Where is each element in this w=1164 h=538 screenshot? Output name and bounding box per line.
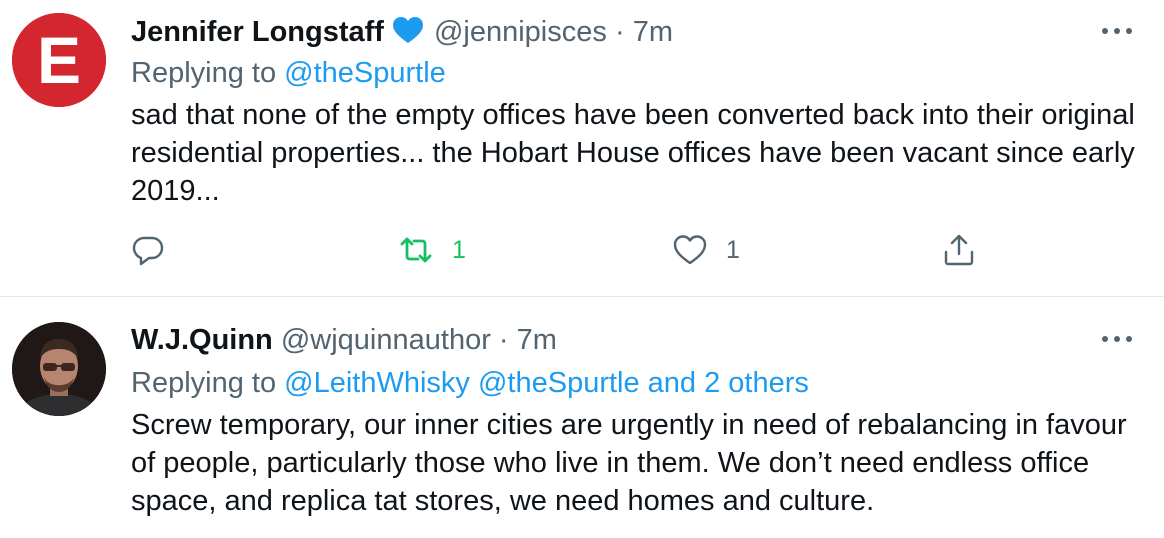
tweet-header: Jennifer Longstaff @jennipisces · 7m	[131, 14, 673, 49]
avatar[interactable]	[12, 322, 106, 416]
user-handle[interactable]: @wjquinnauthor	[281, 324, 491, 356]
separator: ·	[498, 324, 509, 356]
avatar-letter: E	[37, 23, 81, 97]
replying-to-link[interactable]: @theSpurtle	[284, 57, 446, 89]
retweet-icon	[400, 237, 432, 263]
like-button[interactable]: 1	[672, 230, 740, 270]
display-name[interactable]: W.J.Quinn	[131, 324, 273, 356]
replying-to-line: Replying to @theSpurtle	[131, 56, 446, 90]
reply-icon	[132, 236, 164, 266]
timestamp[interactable]: 7m	[517, 324, 557, 356]
tweet[interactable]: W.J.Quinn @wjquinnauthor · 7m Replying t…	[0, 297, 1164, 538]
tweet-text: Screw temporary, our inner cities are ur…	[131, 409, 1127, 517]
tweet-header: W.J.Quinn @wjquinnauthor · 7m	[131, 323, 557, 357]
user-handle[interactable]: @jennipisces	[434, 16, 607, 48]
share-icon	[944, 234, 974, 266]
retweet-count: 1	[452, 235, 466, 264]
more-options-icon[interactable]	[1100, 332, 1134, 346]
replying-to-label: Replying to	[131, 57, 277, 89]
avatar-image: E	[12, 13, 106, 107]
avatar[interactable]: E	[12, 13, 106, 107]
reply-button[interactable]	[130, 230, 184, 270]
display-name[interactable]: Jennifer Longstaff	[131, 16, 384, 48]
like-count: 1	[726, 235, 740, 264]
separator: ·	[614, 16, 625, 48]
avatar-image	[12, 322, 106, 416]
retweet-button[interactable]: 1	[398, 230, 466, 270]
replying-to-line: Replying to @LeithWhisky @theSpurtle and…	[131, 366, 809, 400]
more-options-icon[interactable]	[1100, 24, 1134, 38]
replying-to-label: Replying to	[131, 367, 277, 399]
verified-badge-icon	[392, 17, 423, 43]
replying-to-links[interactable]: @LeithWhisky @theSpurtle and 2 others	[284, 367, 809, 399]
tweet-text: sad that none of the empty offices have …	[131, 99, 1135, 207]
share-button[interactable]	[941, 230, 977, 270]
timestamp[interactable]: 7m	[633, 16, 673, 48]
like-icon	[673, 235, 707, 265]
tweet[interactable]: E Jennifer Longstaff @jennipisces · 7m R…	[0, 0, 1164, 296]
